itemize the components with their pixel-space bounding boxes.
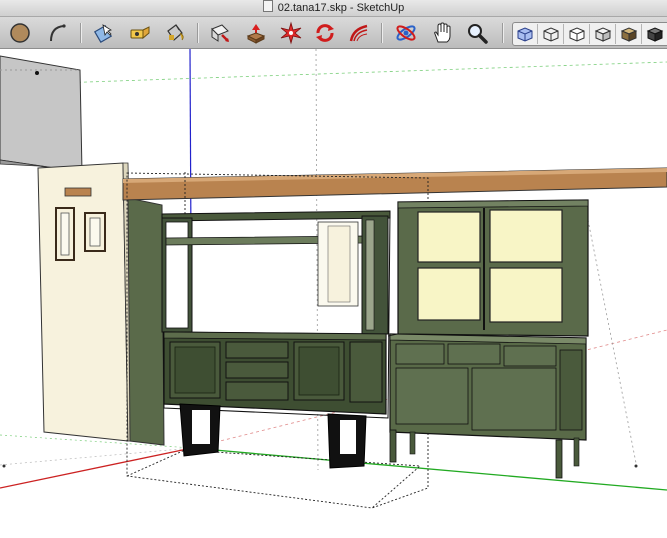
shaded-style-icon[interactable]: [591, 24, 616, 44]
xray-style-icon[interactable]: [513, 24, 538, 44]
toolbar-separator: [502, 23, 504, 43]
wall-light-fixture[interactable]: [64, 187, 92, 197]
arc-tool-icon[interactable]: [45, 21, 69, 45]
picture-frame-inner: [89, 217, 101, 247]
eraser-tool-icon[interactable]: [128, 21, 152, 45]
red-axis-line: [0, 447, 193, 489]
upper-wall-block[interactable]: [0, 55, 83, 173]
guide-line: [587, 219, 638, 469]
select-tool-icon[interactable]: [92, 21, 116, 45]
toolbar: [0, 17, 667, 49]
sideboard-cabinet[interactable]: [161, 210, 391, 469]
window-title: 02.tana17.skp - SketchUp: [277, 2, 405, 14]
shaded-textures-style-icon[interactable]: [617, 24, 642, 44]
rotate-tool-icon[interactable]: [279, 21, 303, 45]
face-style-toolbar: [512, 22, 667, 46]
circle-tool-icon[interactable]: [8, 21, 32, 45]
toolbar-separator: [381, 23, 383, 43]
follow-me-icon[interactable]: [313, 21, 337, 45]
hidden-line-style-icon[interactable]: [565, 24, 590, 44]
green-axis-line: [0, 61, 667, 86]
vertex-point: [35, 71, 39, 75]
model-viewport[interactable]: [0, 49, 667, 538]
document-icon: [262, 0, 273, 12]
wall-panel[interactable]: [37, 162, 129, 442]
vertex-point: [2, 464, 6, 468]
wall-column[interactable]: [127, 197, 165, 446]
monochrome-style-icon[interactable]: [643, 24, 667, 44]
picture-frame-inner: [60, 212, 70, 256]
pan-tool-icon[interactable]: [431, 21, 455, 45]
wireframe-style-icon[interactable]: [539, 24, 564, 44]
push-pull-icon[interactable]: [208, 21, 232, 45]
3d-model-scene: [0, 49, 667, 509]
toolbar-separator: [197, 23, 199, 43]
toolbar-separator: [80, 23, 82, 43]
orbit-tool-icon[interactable]: [394, 21, 418, 45]
paint-bucket-icon[interactable]: [163, 21, 187, 45]
offset-tool-icon[interactable]: [347, 21, 371, 45]
move-tool-icon[interactable]: [244, 21, 268, 45]
zoom-tool-icon[interactable]: [465, 21, 489, 45]
glass-hutch-cabinet[interactable]: [389, 199, 589, 479]
green-axis-line: [191, 447, 667, 491]
vertex-point: [634, 464, 638, 468]
title-bar: 02.tana17.skp - SketchUp: [0, 0, 667, 17]
guide-line: [0, 447, 193, 466]
sketchup-window: 02.tana17.skp - SketchUp: [0, 0, 667, 538]
